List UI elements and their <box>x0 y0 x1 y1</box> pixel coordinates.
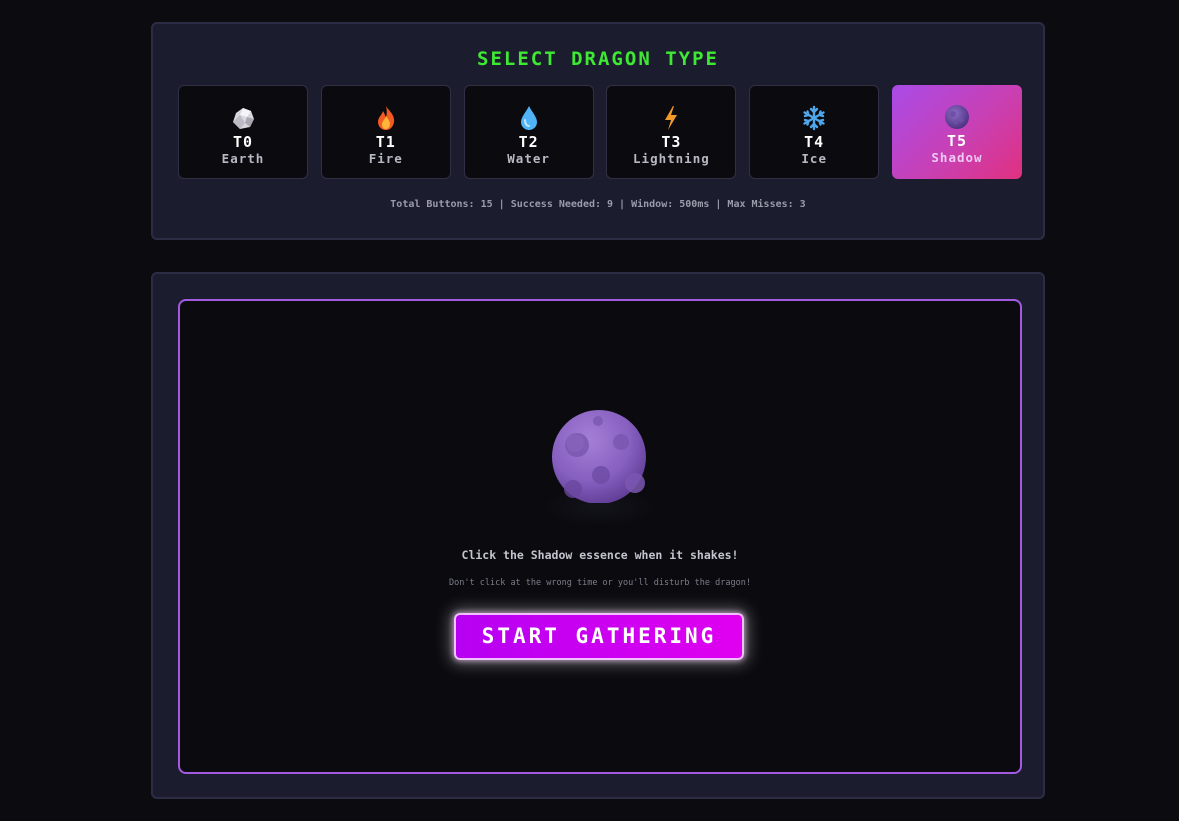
game-panel: Click the Shadow essence when it shakes!… <box>151 272 1045 799</box>
start-gathering-button[interactable]: START GATHERING <box>454 613 744 660</box>
lightning-icon <box>607 105 735 131</box>
type-tier: T5 <box>946 132 968 150</box>
type-name: Water <box>507 151 550 166</box>
type-tier: T2 <box>518 133 539 151</box>
type-name: Earth <box>221 151 265 166</box>
type-name: Fire <box>368 151 403 166</box>
shadow-essence[interactable] <box>541 409 657 527</box>
type-tier: T0 <box>232 133 254 151</box>
dragon-type-lightning[interactable]: T3 Lightning <box>606 85 737 179</box>
instruction-text: Click the Shadow essence when it shakes! <box>461 548 739 562</box>
shadow-moon-icon <box>552 410 646 503</box>
play-area: Click the Shadow essence when it shakes!… <box>178 299 1022 774</box>
difficulty-stats: Total Buttons: 15 | Success Needed: 9 | … <box>390 199 806 210</box>
dragon-type-earth[interactable]: T0 Earth <box>178 85 308 179</box>
type-name: Ice <box>801 151 827 166</box>
dragon-type-ice[interactable]: T4 Ice <box>749 85 880 179</box>
type-name: Lightning <box>633 151 710 166</box>
dragon-type-panel: SELECT DRAGON TYPE T0 Earth T1 Fire T2 W… <box>151 22 1045 240</box>
warning-text: Don't click at the wrong time or you'll … <box>449 578 751 588</box>
type-tier: T1 <box>375 133 396 151</box>
dragon-type-list: T0 Earth T1 Fire T2 Water T3 Lightning T… <box>178 85 1022 179</box>
type-name: Shadow <box>931 150 983 165</box>
water-drop-icon <box>465 105 593 131</box>
dragon-type-fire[interactable]: T1 Fire <box>320 85 451 179</box>
dragon-type-water[interactable]: T2 Water <box>463 85 594 179</box>
type-tier: T4 <box>804 133 825 151</box>
snowflake-icon <box>750 105 878 131</box>
shadow-moon-icon <box>892 104 1022 130</box>
fire-icon <box>322 105 450 131</box>
dragon-type-shadow[interactable]: T5 Shadow <box>891 85 1022 179</box>
section-title: SELECT DRAGON TYPE <box>477 48 719 70</box>
type-tier: T3 <box>661 133 682 151</box>
rock-icon <box>179 105 307 131</box>
